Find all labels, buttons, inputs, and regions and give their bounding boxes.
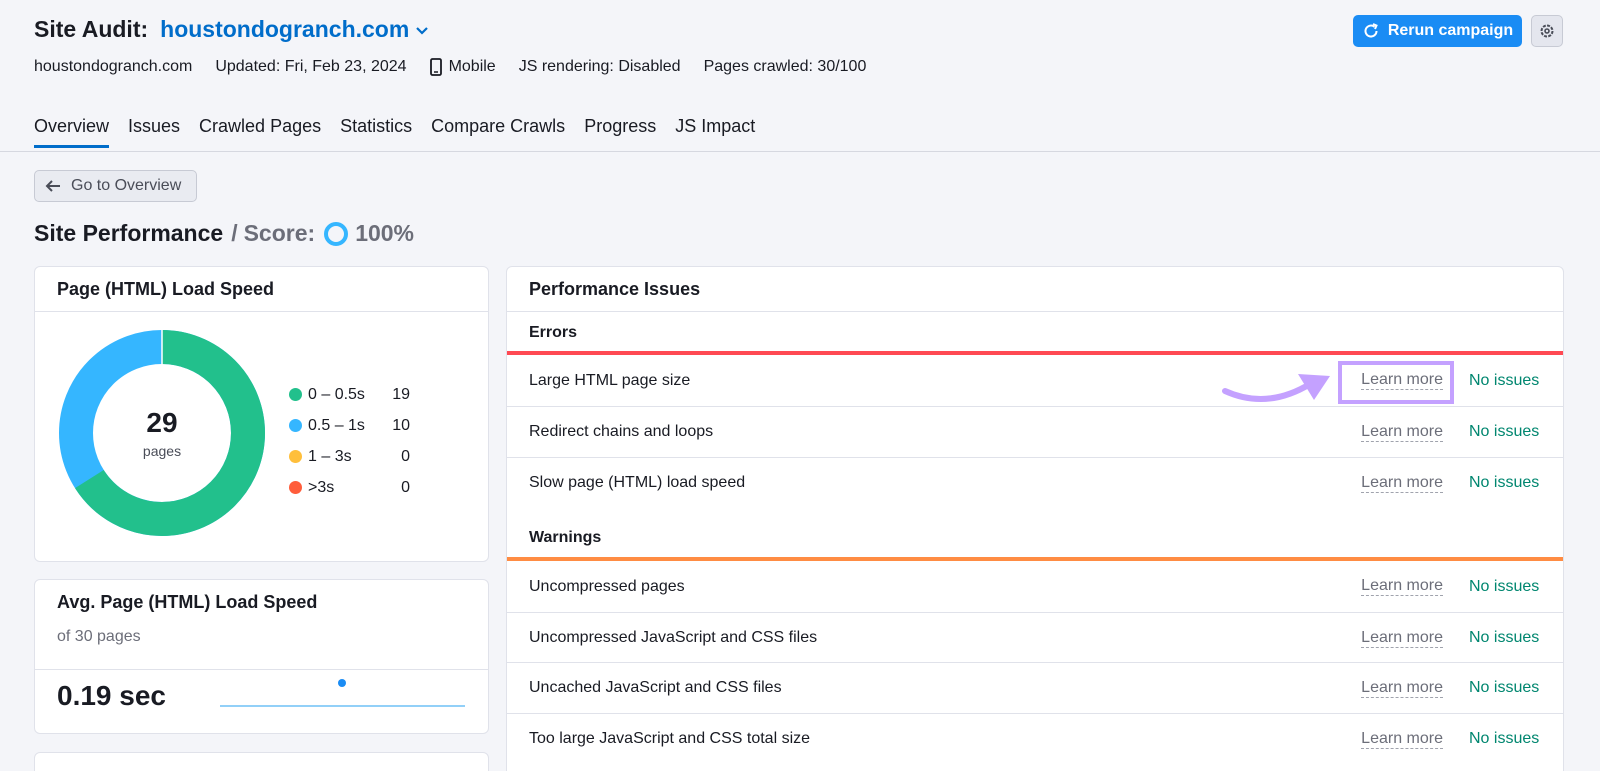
- device-info: Mobile: [429, 58, 496, 76]
- rerun-campaign-button[interactable]: Rerun campaign: [1353, 15, 1522, 47]
- legend-value: 19: [392, 385, 410, 403]
- legend-label: 0 – 0.5s: [308, 385, 365, 403]
- legend-item[interactable]: >3s 0: [289, 472, 410, 503]
- tab-overview[interactable]: Overview: [34, 116, 110, 148]
- issue-row: Uncompressed JavaScript and CSS files Le…: [507, 612, 1563, 663]
- issue-status: No issues: [1469, 730, 1540, 747]
- rerun-label: Rerun campaign: [1387, 22, 1514, 39]
- avg-load-speed-value: 0.19 sec: [57, 680, 166, 711]
- issue-row: Too large JavaScript and CSS total size …: [507, 713, 1563, 764]
- legend-label: 1 – 3s: [308, 447, 352, 465]
- legend-item[interactable]: 0.5 – 1s 10: [289, 410, 410, 441]
- legend-dot: [289, 419, 302, 432]
- score-ring-icon: [324, 221, 349, 246]
- legend-item[interactable]: 0 – 0.5s 19: [289, 379, 410, 410]
- js-css-card: [34, 752, 489, 771]
- issue-status: No issues: [1469, 423, 1540, 440]
- go-to-overview-label: Go to Overview: [71, 177, 182, 194]
- tab-js-impact[interactable]: JS Impact: [675, 116, 755, 148]
- issue-row: Uncompressed pages Learn more No issues: [507, 561, 1563, 612]
- learn-more-link[interactable]: Learn more: [1361, 629, 1443, 648]
- learn-more-link[interactable]: Learn more: [1361, 679, 1443, 698]
- issue-status: No issues: [1469, 577, 1540, 595]
- header: Site Audit: houstondogranch.com houstond…: [0, 0, 1600, 152]
- meta-domain: houstondogranch.com: [34, 58, 193, 75]
- page-title: Site Audit:: [34, 16, 149, 42]
- refresh-icon: [1364, 23, 1378, 38]
- issue-name: Too large JavaScript and CSS total size: [529, 730, 811, 747]
- issue-name: Uncompressed JavaScript and CSS files: [529, 629, 818, 646]
- score-value: 100%: [355, 220, 415, 246]
- device-label: Mobile: [448, 58, 496, 75]
- tab-compare-crawls[interactable]: Compare Crawls: [431, 116, 565, 148]
- arrow-left-icon: [45, 180, 60, 192]
- js-rendering: JS rendering: Disabled: [518, 58, 681, 75]
- mobile-icon: [429, 58, 442, 76]
- issue-name: Uncached JavaScript and CSS files: [529, 679, 782, 696]
- site-performance-heading: Site Performance / Score: 100%: [34, 220, 414, 247]
- meta-row: houstondogranch.com Updated: Fri, Feb 23…: [34, 58, 889, 76]
- score-label: Score:: [243, 220, 316, 246]
- errors-label: Errors: [529, 324, 578, 341]
- site-performance-title: Site Performance: [34, 220, 224, 246]
- issue-status: No issues: [1469, 679, 1540, 696]
- warnings-label: Warnings: [529, 529, 602, 546]
- meta-updated: Updated: Fri, Feb 23, 2024: [215, 58, 407, 75]
- gear-icon: [1540, 24, 1554, 38]
- tab-issues[interactable]: Issues: [128, 116, 180, 148]
- legend-dot: [289, 388, 302, 401]
- tab-statistics[interactable]: Statistics: [340, 116, 412, 148]
- issue-row: Slow page (HTML) load speed Learn more N…: [507, 457, 1563, 508]
- highlight-box: [1338, 361, 1454, 404]
- go-to-overview-button[interactable]: Go to Overview: [34, 170, 197, 202]
- legend-label: >3s: [308, 478, 335, 496]
- learn-more-link[interactable]: Learn more: [1361, 423, 1443, 442]
- issue-name: Redirect chains and loops: [529, 423, 714, 440]
- tab-progress[interactable]: Progress: [584, 116, 656, 148]
- tab-crawled-pages[interactable]: Crawled Pages: [199, 116, 321, 148]
- issue-row: Uncached JavaScript and CSS files Learn …: [507, 662, 1563, 713]
- learn-more-link[interactable]: Learn more: [1361, 474, 1443, 493]
- learn-more-link[interactable]: Learn more: [1361, 577, 1443, 596]
- avg-load-speed-card: Avg. Page (HTML) Load Speed of 30 pages …: [34, 579, 489, 734]
- issue-status: No issues: [1469, 629, 1540, 646]
- load-speed-legend: 0 – 0.5s 19 0.5 – 1s 10 1 – 3s 0 >3s 0: [289, 379, 410, 503]
- legend-value: 0: [401, 478, 410, 496]
- avg-load-speed-title: Avg. Page (HTML) Load Speed: [57, 591, 318, 612]
- title-row: Site Audit: houstondogranch.com: [34, 16, 429, 43]
- legend-value: 0: [401, 447, 410, 465]
- load-speed-card: Page (HTML) Load Speed 29 pages 0 – 0.5s…: [34, 266, 489, 562]
- donut-center-label: pages: [142, 443, 182, 459]
- avg-load-speed-subtitle: of 30 pages: [35, 624, 488, 670]
- settings-button[interactable]: [1531, 15, 1563, 47]
- legend-item[interactable]: 1 – 3s 0: [289, 441, 410, 472]
- avg-load-speed-sparkline: [220, 679, 465, 707]
- tab-bar: Overview Issues Crawled Pages Statistics…: [34, 116, 774, 148]
- legend-dot: [289, 450, 302, 463]
- issue-name: Slow page (HTML) load speed: [529, 474, 746, 491]
- donut-center-value: 29: [146, 407, 178, 438]
- performance-issues-card: Performance Issues Errors Large HTML pag…: [506, 266, 1564, 771]
- annotation-arrow-icon: [1222, 374, 1330, 402]
- learn-more-link[interactable]: Learn more: [1361, 730, 1443, 749]
- performance-issues-title: Performance Issues: [507, 267, 1563, 312]
- pages-crawled: Pages crawled: 30/100: [703, 58, 867, 75]
- title-separator: /: [231, 220, 238, 246]
- load-speed-title: Page (HTML) Load Speed: [35, 267, 488, 312]
- issue-row: Redirect chains and loops Learn more No …: [507, 406, 1563, 457]
- project-selector[interactable]: houstondogranch.com: [160, 16, 409, 43]
- legend-label: 0.5 – 1s: [308, 416, 365, 434]
- issue-status: No issues: [1469, 371, 1540, 389]
- legend-dot: [289, 481, 302, 494]
- chevron-down-icon[interactable]: [415, 26, 429, 36]
- issue-status: No issues: [1469, 474, 1540, 491]
- issue-name: Uncompressed pages: [529, 577, 685, 595]
- legend-value: 10: [392, 416, 410, 434]
